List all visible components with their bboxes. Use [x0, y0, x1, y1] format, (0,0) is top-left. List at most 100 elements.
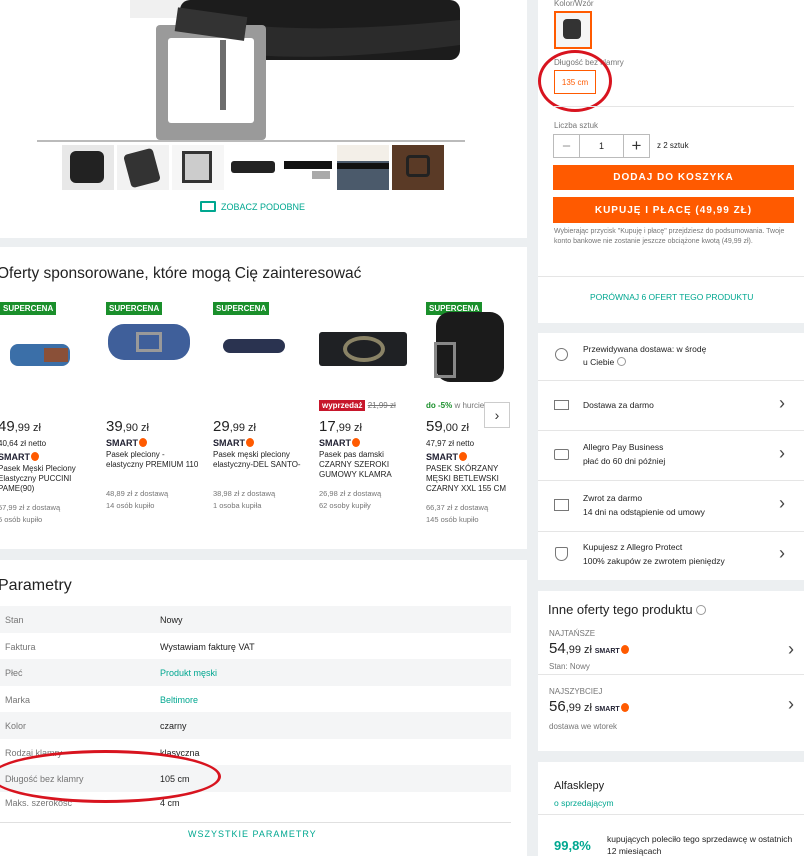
- chevron-right-icon: ›: [494, 407, 500, 423]
- wallet-icon: [554, 449, 569, 460]
- param-row: Rodzaj klamry klasyczna: [5, 747, 200, 758]
- sponsored-item[interactable]: SUPERCENA 49,99 zł 40,64 zł netto SMART …: [0, 302, 100, 532]
- price-int: 17: [319, 418, 336, 435]
- param-row: Faktura Wystawiam fakturę VAT: [5, 641, 255, 652]
- service-row-free-return[interactable]: Zwrot za darmo 14 dni na odstąpienie od …: [538, 481, 804, 532]
- price-int: 59: [426, 418, 443, 435]
- sponsored-item[interactable]: SUPERCENA 29,99 zł SMART Pasek męski ple…: [213, 302, 313, 532]
- cheapest-offer[interactable]: NAJTAŃSZE 54,99 zł SMART Stan: Nowy ›: [538, 627, 804, 675]
- price-dec: ,90 zł: [122, 422, 149, 434]
- sponsored-title: Oferty sponsorowane, które mogą Cię zain…: [0, 265, 362, 282]
- about-seller-link[interactable]: o sprzedającym: [554, 798, 614, 808]
- smart-badge: SMART: [213, 438, 254, 448]
- bought-count: 14 osób kupiło: [106, 501, 155, 510]
- bought-count: 62 osoby kupiły: [319, 501, 371, 510]
- color-swatch-selected[interactable]: [554, 11, 592, 49]
- other-offers-title: Inne oferty tego produktu: [548, 602, 693, 617]
- purchase-panel: Kolor/Wzór Długość bez klamry 135 cm Lic…: [538, 0, 804, 323]
- thumbnail[interactable]: [62, 145, 114, 190]
- all-parameters-link[interactable]: WSZYSTKIE PARAMETRY: [188, 829, 317, 839]
- see-similar-label: ZOBACZ PODOBNE: [221, 201, 306, 212]
- chevron-right-icon: ›: [779, 393, 785, 413]
- service-row-allegro-pay[interactable]: Allegro Pay Business płać do 60 dni późn…: [538, 431, 804, 481]
- smart-badge: SMART: [319, 438, 360, 448]
- price-dec: ,99 zł: [335, 422, 362, 434]
- parameters-title: Parametry: [0, 577, 72, 594]
- product-gallery: ZOBACZ PODOBNE: [0, 0, 527, 238]
- thumbnail[interactable]: [227, 145, 279, 190]
- thumbnail[interactable]: [117, 145, 169, 190]
- quantity-label: Liczba sztuk: [554, 121, 599, 130]
- info-icon[interactable]: [696, 605, 707, 615]
- sponsored-item[interactable]: wyprzedaż 21,99 zł 17,99 zł SMART Pasek …: [319, 302, 419, 532]
- bought-count: 1 osoba kupiła: [213, 501, 262, 510]
- seller-recommend-percent: 99,8%: [554, 838, 591, 853]
- shield-icon: [555, 547, 568, 561]
- add-to-cart-button[interactable]: DODAJ DO KOSZYKA: [553, 165, 794, 190]
- item-name: Pasek pleciony - elastyczny PREMIUM 110: [106, 450, 199, 469]
- delivery-price: 26,98 zł z dostawą: [319, 489, 382, 498]
- chevron-right-icon: ›: [779, 543, 785, 563]
- delivery-price: 66,37 zł z dostawą: [426, 503, 489, 512]
- net-price: 40,64 zł netto: [0, 439, 47, 448]
- item-name: PASEK SKÓRZANY MĘSKI BETLEWSKI CZARNY XX…: [426, 464, 507, 493]
- carousel-next-button[interactable]: ›: [484, 402, 510, 428]
- truck-icon: [554, 400, 569, 410]
- clock-icon: [555, 348, 568, 361]
- quantity-increase-button[interactable]: +: [623, 135, 649, 157]
- promo-label: do -5%: [426, 401, 453, 410]
- chevron-right-icon: ›: [779, 443, 785, 463]
- supercena-badge: SUPERCENA: [0, 302, 57, 315]
- color-label: Kolor/Wzór: [554, 0, 594, 8]
- chevron-right-icon: ›: [788, 694, 794, 714]
- old-price: 21,99 zł: [367, 401, 396, 410]
- param-row: Długość bez klamry 105 cm: [0, 765, 511, 792]
- thumbnail[interactable]: [392, 145, 444, 190]
- seller-card: Alfasklepy o sprzedającym 99,8% kupujący…: [538, 762, 804, 856]
- smart-badge: SMART: [426, 452, 467, 462]
- price-dec: ,99 zł: [229, 422, 256, 434]
- param-link[interactable]: Produkt męski: [160, 668, 217, 678]
- thumbnail[interactable]: [282, 145, 334, 190]
- compare-offers-link[interactable]: PORÓWNAJ 6 OFERT TEGO PRODUKTU: [590, 292, 753, 302]
- quantity-decrease-button[interactable]: −: [554, 135, 580, 157]
- param-row: Kolor czarny: [0, 712, 511, 739]
- thumbnail[interactable]: [337, 145, 389, 190]
- parameters-table: Stan Nowy Faktura Wystawiam fakturę VAT Pł…: [0, 606, 511, 812]
- promo-rest: w hurcie: [454, 401, 485, 410]
- service-row-free-delivery[interactable]: Dostawa za darmo ›: [538, 381, 804, 431]
- seller-name: Alfasklepy: [554, 780, 605, 792]
- price-dec: ,99 zł: [14, 422, 41, 434]
- price-dec: ,00 zł: [442, 422, 469, 434]
- sponsored-item[interactable]: SUPERCENA 39,90 zł SMART Pasek pleciony …: [106, 302, 206, 532]
- fastest-offer[interactable]: NAJSZYBCIEJ 56,99 zł SMART dostawa we wt…: [538, 684, 804, 736]
- param-row: Maks. szerokość 4 cm: [5, 797, 180, 808]
- length-option-135[interactable]: 135 cm: [554, 70, 596, 94]
- services-card: Przewidywana dostawa: w środę u Ciebie D…: [538, 333, 804, 580]
- item-name: Pasek męski pleciony elastyczny-DEL SANT…: [213, 450, 301, 469]
- price-int: 29: [213, 418, 230, 435]
- delivery-price: 38,98 zł z dostawą: [213, 489, 276, 498]
- sponsored-offers: Oferty sponsorowane, które mogą Cię zain…: [0, 247, 527, 549]
- length-label: Długość bez klamry: [554, 58, 624, 67]
- quantity-stepper: − 1 +: [553, 134, 650, 158]
- item-name: Pasek pas damski CZARNY SZEROKI GUMOWY K…: [319, 450, 392, 479]
- quantity-input[interactable]: 1: [580, 135, 623, 157]
- bought-count: 145 osób kupiło: [426, 515, 479, 524]
- parameters-section: Parametry Stan Nowy Faktura Wystawiam fakt…: [0, 560, 527, 856]
- see-similar-link[interactable]: ZOBACZ PODOBNE: [200, 201, 305, 212]
- service-row-allegro-protect[interactable]: Kupujesz z Allegro Protect 100% zakupów …: [538, 532, 804, 580]
- param-row: Stan Nowy: [0, 606, 511, 633]
- item-name: Pasek Męski Pleciony Elastyczny PUCCINI …: [0, 464, 76, 493]
- supercena-badge: SUPERCENA: [106, 302, 163, 315]
- param-link[interactable]: Beltimore: [160, 695, 198, 705]
- sale-badge: wyprzedaż: [319, 400, 366, 411]
- buy-now-button[interactable]: KUPUJĘ I PŁACĘ (49,99 ZŁ): [553, 197, 794, 223]
- param-row: Płeć Produkt męski: [0, 659, 511, 686]
- chevron-right-icon: ›: [788, 639, 794, 659]
- price-int: 49: [0, 418, 15, 435]
- main-product-image[interactable]: [120, 0, 470, 140]
- delivery-price: 48,89 zł z dostawą: [106, 489, 169, 498]
- info-icon[interactable]: [616, 357, 626, 366]
- thumbnail[interactable]: [172, 145, 224, 190]
